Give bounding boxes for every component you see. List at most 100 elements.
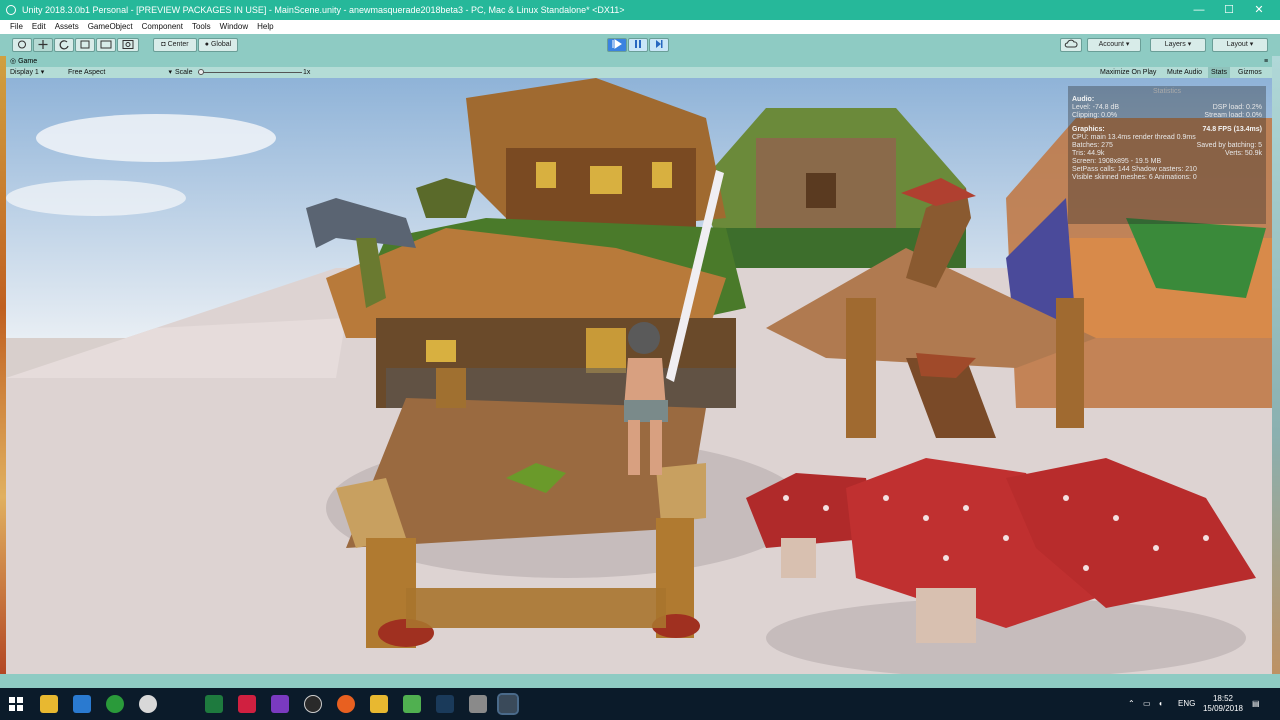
chevron-down-icon: ▾: [1187, 41, 1192, 48]
house-window: [536, 162, 556, 188]
game-view-toolbar: Display 1 ▾ Free Aspect ▾ Scale 1x Maximi…: [6, 67, 1272, 78]
minimize-button[interactable]: —: [1184, 0, 1214, 20]
aspect-dropdown[interactable]: Free Aspect ▾: [68, 67, 172, 78]
audio-header: Audio:: [1072, 96, 1095, 103]
media-icon[interactable]: [238, 695, 256, 713]
menu-assets[interactable]: Assets: [55, 20, 79, 34]
screen-readout: Screen: 1908x895 - 19.5 MB: [1072, 158, 1162, 165]
audio-level: Level: -74.8 dB: [1072, 104, 1120, 111]
space-label: Global: [210, 41, 232, 48]
window-title: Unity 2018.3.0b1 Personal - [PREVIEW PAC…: [22, 5, 625, 15]
scale-value: 1x: [303, 69, 311, 76]
transform-tool-button[interactable]: [117, 38, 139, 52]
move-icon: [38, 40, 48, 49]
menu-file[interactable]: File: [10, 20, 23, 34]
menu-edit[interactable]: Edit: [32, 20, 46, 34]
maximize-on-play-toggle[interactable]: Maximize On Play: [1100, 67, 1156, 78]
step-icon: [656, 40, 663, 48]
main-toolbar: ◘ Center ● Global Account ▾ Layers ▾ Lay…: [0, 34, 1280, 56]
collab-cloud-button[interactable]: [1060, 38, 1082, 52]
notepad-icon[interactable]: [403, 695, 421, 713]
game-tab-label: Game: [18, 58, 38, 65]
display-dropdown[interactable]: Display 1 ▾: [10, 67, 44, 78]
hand-tool-button[interactable]: [12, 38, 32, 52]
excel-icon[interactable]: [205, 695, 223, 713]
firefox-icon[interactable]: [337, 695, 355, 713]
unity-logo-icon: [6, 5, 16, 15]
gizmos-label: Gizmos: [1238, 69, 1262, 76]
game-tab[interactable]: ◎ Game: [10, 56, 37, 67]
maximize-button[interactable]: ☐: [1214, 0, 1244, 20]
step-button[interactable]: [649, 38, 669, 52]
clock[interactable]: 18:52 15/09/2018: [1200, 694, 1246, 714]
folder-icon[interactable]: [370, 695, 388, 713]
skinned-readout: Visible skinned meshes: 6 Animations: 0: [1072, 174, 1197, 181]
dsp-load: DSP load: 0.2%: [1212, 104, 1262, 111]
desktop-icon[interactable]: [73, 695, 91, 713]
pause-button[interactable]: [628, 38, 648, 52]
layout-label: Layout: [1226, 41, 1248, 48]
menu-component[interactable]: Component: [142, 20, 183, 34]
tab-menu-icon[interactable]: ≡: [1264, 56, 1268, 67]
file-explorer-icon[interactable]: [40, 695, 58, 713]
steam-icon[interactable]: [436, 695, 454, 713]
scale-tool-button[interactable]: [75, 38, 95, 52]
windows-taskbar: ⌃ ▭ ◖ ENG 18:52 15/09/2018 ▤: [0, 688, 1280, 720]
network-icon[interactable]: ▭: [1143, 688, 1151, 720]
stats-toggle[interactable]: Stats: [1208, 67, 1230, 78]
volume-icon[interactable]: ◖: [1158, 688, 1163, 720]
pivot-label: Center: [167, 41, 189, 48]
unity-hub-icon[interactable]: [304, 695, 322, 713]
notifications-icon[interactable]: ▤: [1252, 688, 1260, 720]
graphics-header: Graphics:: [1072, 126, 1105, 133]
start-icon[interactable]: [7, 695, 25, 713]
mushroom-stem: [916, 588, 976, 643]
house-window: [652, 162, 672, 188]
layers-dropdown[interactable]: Layers ▾: [1150, 38, 1206, 52]
scale-slider-thumb[interactable]: [198, 69, 204, 75]
aspect-label: Free Aspect: [68, 69, 106, 76]
browser-icon[interactable]: [139, 695, 157, 713]
display-label: Display 1: [10, 69, 39, 76]
game-viewport[interactable]: Statistics Audio: Level: -74.8 dB DSP loa…: [6, 78, 1272, 674]
house-door: [586, 328, 626, 373]
rect-tool-button[interactable]: [96, 38, 116, 52]
wooden-post: [846, 298, 876, 438]
rect-icon: [100, 40, 112, 49]
scale-slider-track[interactable]: [198, 72, 302, 73]
photos-icon[interactable]: [469, 695, 487, 713]
play-button[interactable]: [607, 38, 627, 52]
unity-icon[interactable]: [497, 693, 519, 715]
show-hidden-icons[interactable]: ⌃: [1128, 688, 1135, 720]
pause-icon: [635, 40, 641, 48]
character-leg: [650, 420, 662, 475]
menu-window[interactable]: Window: [220, 20, 248, 34]
wooden-post: [1056, 298, 1084, 428]
pivot-center-toggle[interactable]: ◘ Center: [153, 38, 197, 52]
character-shorts: [624, 400, 668, 422]
mute-audio-toggle[interactable]: Mute Audio: [1167, 67, 1202, 78]
stream-load: Stream load: 0.0%: [1204, 112, 1262, 119]
stats-title: Statistics: [1152, 88, 1181, 95]
layout-dropdown[interactable]: Layout ▾: [1212, 38, 1268, 52]
gizmos-dropdown[interactable]: Gizmos: [1238, 67, 1262, 78]
menu-help[interactable]: Help: [257, 20, 273, 34]
language-indicator[interactable]: ENG: [1178, 688, 1195, 720]
play-icon: [612, 39, 622, 49]
menu-gameobject[interactable]: GameObject: [88, 20, 133, 34]
layers-label: Layers: [1164, 41, 1186, 48]
space-global-toggle[interactable]: ● Global: [198, 38, 238, 52]
visual-studio-icon[interactable]: [271, 695, 289, 713]
close-button[interactable]: ✕: [1244, 0, 1274, 20]
mushroom-stem: [781, 538, 816, 578]
fps-readout: 74.8 FPS (13.4ms): [1202, 126, 1262, 133]
account-label: Account: [1098, 41, 1124, 48]
rotate-icon: [59, 40, 69, 50]
clock-time: 18:52: [1212, 694, 1234, 703]
rotate-tool-button[interactable]: [54, 38, 74, 52]
menu-tools[interactable]: Tools: [192, 20, 211, 34]
move-tool-button[interactable]: [33, 38, 53, 52]
account-dropdown[interactable]: Account ▾: [1087, 38, 1141, 52]
cpu-readout: CPU: main 13.4ms render thread 0.9ms: [1072, 134, 1196, 141]
xbox-icon[interactable]: [106, 695, 124, 713]
